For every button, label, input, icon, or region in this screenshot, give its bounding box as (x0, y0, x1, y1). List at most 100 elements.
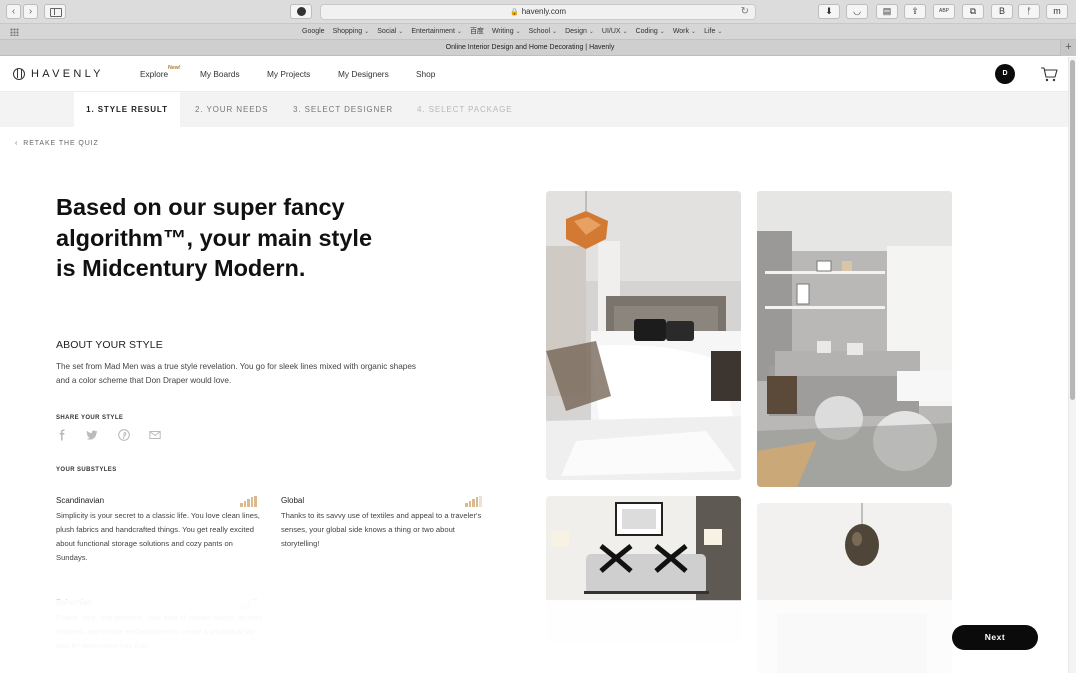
reader-icon[interactable]: ▤ (876, 4, 898, 19)
email-icon[interactable] (149, 429, 161, 441)
chevron-down-icon: ⌄ (659, 29, 665, 35)
facebook-icon[interactable] (56, 429, 68, 441)
match-bar (240, 605, 243, 609)
bookmark-label: Life (704, 28, 716, 35)
chevron-down-icon: ⌄ (515, 29, 521, 35)
substyle-name: Global (281, 496, 305, 505)
address-bar[interactable]: 🔒 havenly.com ↻ (320, 4, 756, 20)
bookmark-item[interactable]: Social ⌄ (377, 26, 403, 38)
new-badge: New! (168, 65, 181, 71)
download-icon[interactable]: ⬇ (818, 4, 840, 19)
page-scrollbar[interactable] (1068, 57, 1076, 673)
person-extension-icon[interactable]: ᚠ (1018, 4, 1040, 19)
bookmark-item[interactable]: School ⌄ (529, 26, 557, 38)
substyle-description: Thanks to its savvy use of textiles and … (281, 511, 482, 548)
nav-shop[interactable]: Shop (416, 69, 435, 79)
avatar[interactable]: D (995, 64, 1015, 84)
share-style-heading: SHARE YOUR STYLE (56, 415, 124, 421)
bookmark-label: Shopping (332, 28, 363, 35)
lock-icon: 🔒 (509, 9, 519, 16)
back-arrow-icon[interactable]: ‹ (6, 4, 21, 19)
about-style-text: The set from Mad Men was a true style re… (56, 362, 416, 385)
bookmark-list: Google Shopping ⌄ Social ⌄ Entertainment ⌄ 百度 Wr… (302, 26, 722, 38)
tab-title[interactable]: Online Interior Design and Home Decorati… (0, 40, 1060, 56)
next-button[interactable]: Next (952, 625, 1038, 650)
match-bar (254, 598, 257, 609)
substyle-name: Bohemian (56, 598, 93, 607)
pinterest-icon[interactable] (118, 429, 130, 441)
forward-arrow-icon[interactable]: › (23, 4, 38, 19)
browser-toolbar: ‹ › 🔒 havenly.com ↻ ⬇ ◡ ▤ ⇪ ABP ⧉ B ᚠ m (0, 0, 1076, 24)
bookmark-item[interactable]: Life ⌄ (704, 26, 722, 38)
step-style-result[interactable]: 1. STYLE RESULT (74, 92, 180, 127)
retake-quiz-link[interactable]: ‹ RETAKE THE QUIZ (15, 139, 99, 148)
bookmark-item[interactable]: UI/UX ⌄ (602, 26, 628, 38)
twitter-icon[interactable] (86, 429, 98, 441)
reload-icon[interactable]: ↻ (741, 5, 749, 19)
chevron-down-icon: ⌄ (588, 29, 594, 35)
bookmark-label: Social (377, 28, 397, 35)
chevron-down-icon: ⌄ (717, 29, 723, 35)
bookmark-item[interactable]: Coding ⌄ (636, 26, 665, 38)
tabs-icon[interactable]: ⧉ (962, 4, 984, 19)
bookmark-item[interactable]: 百度 (470, 26, 484, 38)
match-bar (247, 601, 250, 609)
bookmark-item[interactable]: Shopping ⌄ (333, 26, 370, 38)
bookmark-label: Design (565, 28, 587, 35)
bookmark-label: UI/UX (601, 28, 621, 35)
bookmark-item[interactable]: Writing ⌄ (492, 26, 521, 38)
substyle-card-scandinavian: Scandinavian Simplicity is your secret t… (56, 496, 266, 565)
site-settings-icon[interactable] (290, 4, 312, 19)
match-bar (468, 501, 471, 507)
share-icon[interactable]: ⇪ (904, 4, 926, 19)
bedroom-photo (546, 191, 741, 480)
retake-quiz-label: RETAKE THE QUIZ (23, 140, 99, 147)
match-bar (240, 503, 243, 507)
bookmark-item[interactable]: Entertainment ⌄ (411, 26, 462, 38)
substyle-name: Scandinavian (56, 496, 105, 505)
bookmark-label: School (528, 28, 551, 35)
chevron-down-icon: ⌄ (364, 29, 370, 35)
match-bar (465, 503, 468, 507)
bookmark-label: Writing (491, 28, 514, 35)
m-extension-icon[interactable]: m (1046, 4, 1068, 19)
step-your-needs[interactable]: 2. YOUR NEEDS (195, 92, 268, 127)
url-text: havenly.com (521, 7, 567, 16)
substyle-description: Peace, love, and patterns. Your love of … (56, 613, 263, 650)
match-bar (247, 499, 250, 507)
nav-my-projects[interactable]: My Projects (267, 69, 310, 79)
b-extension-icon[interactable]: B (991, 4, 1013, 19)
living-room-photo (757, 191, 952, 487)
bookmark-item[interactable]: Work ⌄ (673, 26, 696, 38)
bookmarks-bar: Google Shopping ⌄ Social ⌄ Entertainment ⌄ 百度 Wr… (0, 24, 1076, 40)
console-table-photo (546, 496, 741, 643)
apps-grid-icon[interactable] (10, 28, 19, 36)
match-bar (472, 499, 475, 507)
chevron-left-icon: ‹ (15, 140, 19, 147)
havenly-logo-icon[interactable] (13, 68, 25, 80)
substyle-card-bohemian: Bohemian Peace, love, and patterns. Your… (56, 598, 266, 653)
step-progress-bar: 1. STYLE RESULT 2. YOUR NEEDS 3. SELECT … (0, 92, 1068, 127)
nav-my-boards[interactable]: My Boards (200, 69, 240, 79)
nav-my-designers[interactable]: My Designers (338, 69, 389, 79)
match-bar (479, 496, 482, 507)
bookmark-label: Google (302, 28, 325, 35)
substyle-card-global: Global Thanks to its savvy use of textil… (281, 496, 491, 551)
match-bar (243, 501, 246, 507)
about-style-heading: ABOUT YOUR STYLE (56, 339, 163, 351)
nav-explore[interactable]: Explore New! (140, 65, 181, 79)
adblock-icon[interactable]: ABP (933, 4, 955, 19)
style-result-headline: Based on our super fancy algorithm™, you… (56, 194, 373, 281)
pocket-icon[interactable]: ◡ (846, 4, 868, 19)
scroll-thumb[interactable] (1070, 60, 1075, 400)
match-bars-icon (240, 496, 260, 507)
sidebar-toggle-icon[interactable] (44, 4, 66, 19)
cart-icon[interactable] (1040, 66, 1058, 82)
bookmark-item[interactable]: Design ⌄ (565, 26, 594, 38)
bookmark-label: Entertainment (411, 28, 455, 35)
step-select-designer[interactable]: 3. SELECT DESIGNER (293, 92, 393, 127)
site-header: HAVENLY Explore New! My Boards My Projec… (0, 57, 1068, 92)
logo-text[interactable]: HAVENLY (31, 68, 104, 81)
bookmark-item[interactable]: Google (302, 26, 325, 38)
new-tab-button[interactable]: + (1060, 40, 1076, 56)
